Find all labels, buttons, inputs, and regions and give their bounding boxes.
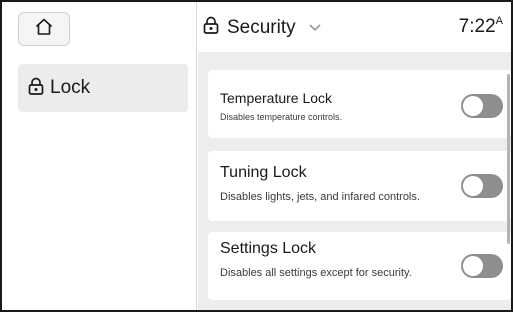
scrollbar[interactable] — [507, 74, 510, 244]
settings-lock-toggle[interactable] — [461, 254, 503, 278]
home-button[interactable] — [18, 12, 70, 46]
setting-title: Temperature Lock — [220, 90, 333, 106]
tuning-lock-toggle[interactable] — [461, 174, 503, 198]
setting-description: Disables lights, jets, and infared contr… — [220, 191, 420, 203]
setting-card-settings-lock: Settings Lock Disables all settings exce… — [208, 232, 511, 300]
sidebar-item-label: Lock — [50, 77, 91, 98]
app-frame: Lock Security 7:22A Temperature Lock Dis… — [0, 0, 513, 312]
toggle-knob — [463, 176, 483, 196]
setting-card-tuning-lock: Tuning Lock Disables lights, jets, and i… — [208, 151, 511, 221]
toggle-knob — [463, 256, 483, 276]
setting-title: Settings Lock — [220, 240, 317, 257]
clock: 7:22A — [458, 15, 503, 38]
temperature-lock-toggle[interactable] — [461, 94, 503, 118]
lock-icon — [28, 77, 44, 100]
setting-description: Disables all settings except for securit… — [220, 267, 412, 279]
clock-time: 7:22 — [458, 16, 496, 37]
setting-card-temperature-lock: Temperature Lock Disables temperature co… — [208, 70, 511, 138]
sidebar: Lock — [2, 2, 197, 310]
clock-suffix: A — [495, 15, 503, 27]
settings-panel: Temperature Lock Disables temperature co… — [198, 52, 511, 310]
setting-title: Tuning Lock — [220, 164, 307, 181]
toggle-knob — [463, 96, 483, 116]
header: Security 7:22A — [197, 2, 511, 52]
sidebar-item-lock[interactable]: Lock — [18, 64, 188, 112]
home-icon — [34, 17, 54, 42]
section-dropdown[interactable]: Security — [203, 16, 322, 39]
page-title: Security — [227, 16, 296, 38]
chevron-down-icon — [308, 19, 322, 37]
setting-description: Disables temperature controls. — [220, 112, 343, 122]
lock-icon — [203, 16, 219, 39]
